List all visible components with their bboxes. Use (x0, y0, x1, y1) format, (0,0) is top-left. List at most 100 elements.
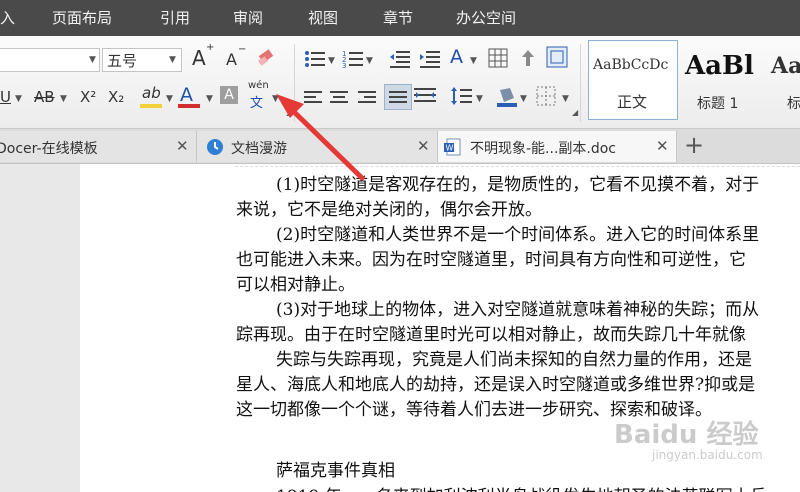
underline-button[interactable]: U (0, 88, 11, 106)
page-top-remnant (235, 164, 800, 167)
chevron-down-icon: ▼ (89, 55, 96, 65)
minus-icon: − (238, 44, 247, 55)
menu-item-view[interactable]: 视图 (308, 0, 338, 36)
align-left-button[interactable] (304, 88, 322, 106)
superscript-button[interactable]: X² (80, 88, 96, 106)
menu-item-page-layout[interactable]: 页面布局 (52, 0, 112, 36)
paragraph-dialog-launcher-icon[interactable]: ◢ (572, 108, 578, 117)
font-size-value: 五号 (107, 52, 138, 70)
subscript-button[interactable]: X₂ (108, 88, 124, 106)
style-heading-2-name: 标 (787, 96, 800, 112)
font-color-button[interactable]: A (180, 84, 193, 106)
ribbon-toolbar: ▼ 五号 ▼ A + A − U ▼ AB ▼ X² X₂ ab ▼ A ▼ A… (0, 36, 800, 129)
style-heading-1[interactable]: AaBl 标题 1 (680, 40, 766, 120)
chevron-down-icon: ▼ (169, 55, 176, 65)
tab-current-document[interactable]: W 不明现象-能...副本.doc ✕ (438, 131, 677, 162)
chevron-down-icon: ▼ (272, 94, 279, 104)
paragraph-line: 1919 年，一名来到加利波利半岛战役发生地朝圣的法英联军士兵 (276, 482, 767, 492)
new-tab-button[interactable]: + (684, 131, 704, 159)
paragraph-line: 来说，它不是绝对关闭的，偶尔会开放。 (236, 200, 542, 220)
cloud-icon (207, 139, 223, 155)
sort-icon[interactable] (518, 48, 538, 68)
highlight-color-bar (140, 104, 162, 108)
paragraph-line: 踪再现。由于在时空隧道里时光可以相对静止，故而失踪几十年就像 (236, 325, 746, 345)
chevron-down-icon: ▼ (520, 94, 527, 104)
paragraph-line: (1)时空隧道是客观存在的，是物质性的，它看不见摸不着，对于 (276, 175, 760, 195)
borders-icon[interactable] (536, 86, 556, 106)
style-heading-1-preview: AaBl (685, 51, 754, 81)
paragraph-line: 可以相对静止。 (236, 275, 355, 295)
chevron-down-icon: ▼ (470, 56, 477, 66)
chevron-down-icon: ▼ (15, 94, 22, 104)
word-document-icon: W (444, 138, 461, 156)
text-direction-button[interactable]: A (450, 46, 463, 68)
numbered-list-icon: 1 2 3 (342, 50, 363, 70)
bullet-list-button[interactable] (304, 50, 326, 72)
font-color-bar (178, 104, 200, 108)
menu-item-insert[interactable]: 入 (0, 0, 15, 36)
tab-label: 文档漫游 (231, 141, 287, 157)
line-spacing-icon[interactable] (450, 86, 472, 106)
highlight-button[interactable]: ab (142, 84, 161, 102)
chevron-down-icon: ▼ (60, 94, 67, 104)
table-grid-icon[interactable] (488, 48, 508, 68)
increase-indent-icon[interactable] (420, 50, 440, 68)
menu-item-office-space[interactable]: 办公空间 (456, 0, 516, 36)
close-icon[interactable]: ✕ (656, 137, 669, 155)
paragraph-line: 也可能进入未来。因为在时空隧道里，时间具有方向性和可逆性，它 (236, 250, 746, 270)
document-tab-bar: Docer-在线模板 ✕ 文档漫游 ✕ W 不明现象-能...副本.doc ✕ … (0, 129, 800, 164)
tab-docer-templates[interactable]: Docer-在线模板 ✕ (0, 131, 197, 162)
justify-icon (389, 88, 407, 106)
font-dialog-launcher-icon[interactable]: ◢ (286, 108, 292, 117)
paragraph-line: 星人、海底人和地底人的劫持，还是误入时空隧道或多维世界?抑或是 (236, 375, 756, 395)
font-size-select[interactable]: 五号 ▼ (102, 48, 182, 72)
font-name-select[interactable]: ▼ (0, 48, 100, 72)
chevron-down-icon: ▼ (366, 56, 373, 66)
chevron-down-icon: ▼ (166, 94, 173, 104)
menu-item-section[interactable]: 章节 (383, 0, 413, 36)
chevron-down-icon: ▼ (562, 94, 569, 104)
style-heading-2[interactable]: Aa 标 (768, 40, 800, 120)
chevron-down-icon: ▼ (328, 56, 335, 66)
style-normal-preview: AaBbCcDc (593, 57, 669, 73)
shrink-font-button[interactable]: A (226, 50, 237, 69)
watermark-url: jingyan.baidu.com (652, 448, 763, 462)
style-heading-2-preview: Aa (771, 53, 800, 79)
tab-label: Docer-在线模板 (0, 141, 98, 157)
close-icon[interactable]: ✕ (176, 137, 189, 155)
justify-button[interactable] (384, 84, 412, 110)
grow-font-button[interactable]: A (192, 46, 206, 70)
menu-item-references[interactable]: 引用 (160, 0, 190, 36)
align-right-button[interactable] (358, 88, 376, 106)
bullet-list-icon (305, 51, 325, 67)
paragraph-line: (3)对于地球上的物体，进入对空隧道就意味着神秘的失踪；而从 (276, 300, 760, 320)
clear-format-icon[interactable] (256, 48, 278, 68)
tab-document-roaming[interactable]: 文档漫游 ✕ (197, 131, 438, 162)
style-normal-name: 正文 (617, 93, 648, 111)
style-normal[interactable]: AaBbCcDc 正文 (588, 40, 678, 120)
menu-item-review[interactable]: 审阅 (233, 0, 263, 36)
section-heading: 萨福克事件真相 (276, 461, 395, 481)
menu-bar: 入 页面布局 引用 审阅 视图 章节 办公空间 (0, 0, 800, 36)
chevron-down-icon: ▼ (206, 94, 213, 104)
style-heading-1-name: 标题 1 (697, 96, 739, 112)
decrease-indent-icon[interactable] (390, 50, 410, 68)
strikethrough-button[interactable]: AB (34, 88, 55, 106)
phonetic-guide-top[interactable]: wén (248, 80, 269, 91)
watermark-brand: Baidu 经验 (614, 420, 759, 450)
ribbon-divider (294, 44, 295, 122)
distributed-align-icon[interactable] (414, 86, 436, 106)
numbered-list-button[interactable]: 1 2 3 (342, 50, 364, 72)
paragraph-line: 失踪与失踪再现，究竟是人们尚未探知的自然力量的作用，还是 (276, 350, 752, 370)
char-shading-button[interactable]: A (220, 86, 238, 104)
paragraph-shading-icon[interactable] (496, 86, 518, 108)
close-icon[interactable]: ✕ (417, 137, 430, 155)
chevron-down-icon: ▼ (476, 94, 483, 104)
phonetic-guide-button[interactable]: 文 (250, 92, 263, 111)
tab-label: 不明现象-能...副本.doc (470, 141, 617, 157)
ribbon-divider (580, 44, 581, 122)
paragraph-line: (2)时空隧道和人类世界不是一个时间体系。进入它的时间体系里 (276, 225, 760, 245)
svg-text:W: W (446, 144, 454, 153)
show-hide-marks-icon[interactable] (546, 46, 568, 68)
align-center-button[interactable] (330, 88, 348, 106)
